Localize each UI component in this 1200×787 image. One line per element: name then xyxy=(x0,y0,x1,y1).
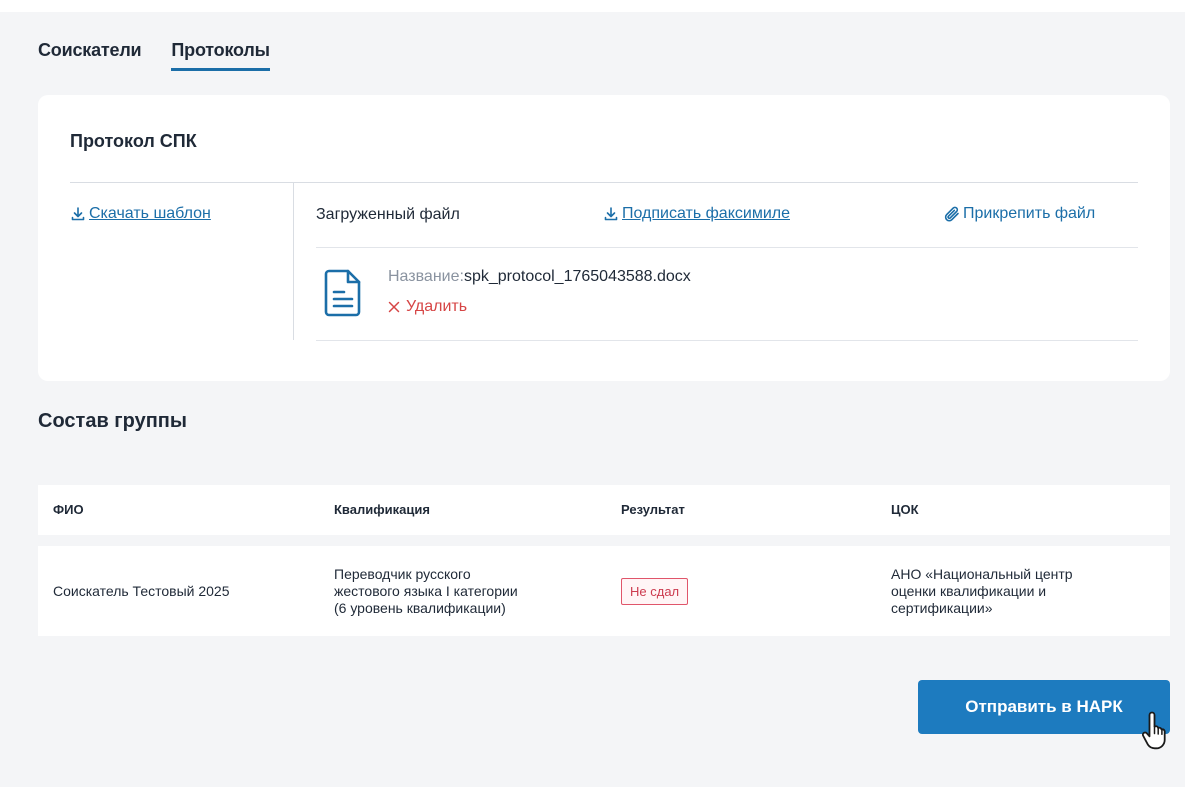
file-name: spk_protocol_1765043588.docx xyxy=(463,268,691,285)
hand-pointer-icon xyxy=(1141,711,1166,750)
center-line: сертификации» xyxy=(891,600,993,616)
protocol-title: Протокол СПК xyxy=(70,131,197,151)
file-name-row: Название:spk_protocol_1765043588.docx xyxy=(388,268,691,286)
uploaded-file-label: Загруженный файл xyxy=(316,206,460,223)
attach-file-link[interactable]: Прикрепить файл xyxy=(943,205,1095,223)
document-icon xyxy=(324,269,361,317)
tab-applicants[interactable]: Соискатели xyxy=(38,40,142,71)
delete-file-button[interactable]: Удалить xyxy=(388,298,467,316)
status-badge: Не сдал xyxy=(621,578,689,605)
cell-qualification: Переводчик русского жестового языка I ка… xyxy=(334,566,518,617)
delete-file-label: Удалить xyxy=(406,298,468,315)
cell-center: АНО «Национальный центр оценки квалифика… xyxy=(891,566,1073,617)
table-row: Соискатель Тестовый 2025 Переводчик русс… xyxy=(38,546,1170,636)
download-template-link[interactable]: Скачать шаблон xyxy=(70,205,211,223)
cell-fio: Соискатель Тестовый 2025 xyxy=(53,583,230,599)
divider xyxy=(316,340,1138,341)
attach-file-label: Прикрепить файл xyxy=(963,205,1096,222)
qualification-line: Переводчик русского xyxy=(334,566,471,582)
paperclip-icon xyxy=(944,206,959,222)
download-template-label: Скачать шаблон xyxy=(89,205,211,222)
file-name-label: Название: xyxy=(388,268,464,285)
column-header-fio: ФИО xyxy=(53,502,84,517)
tabs: Соискатели Протоколы xyxy=(38,40,271,71)
table-header: ФИО Квалификация Результат ЦОК xyxy=(38,485,1170,535)
top-strip xyxy=(0,0,1200,12)
tab-protocols[interactable]: Протоколы xyxy=(171,40,271,71)
divider xyxy=(70,182,1138,183)
center-line: АНО «Национальный центр xyxy=(891,566,1073,582)
column-header-center: ЦОК xyxy=(891,502,919,517)
protocol-card: Протокол СПК Скачать шаблон Загруженный … xyxy=(38,95,1170,381)
sign-facsimile-label: Подписать факсимиле xyxy=(622,205,790,222)
column-header-qualification: Квалификация xyxy=(334,502,430,517)
send-to-nark-button[interactable]: Отправить в НАРК xyxy=(918,680,1170,734)
right-strip xyxy=(1185,0,1200,787)
close-icon xyxy=(388,301,400,313)
group-title: Состав группы xyxy=(38,410,187,432)
sign-facsimile-link[interactable]: Подписать факсимиле xyxy=(603,205,790,223)
download-icon xyxy=(604,207,618,221)
center-line: оценки квалификации и xyxy=(891,583,1047,599)
qualification-line: (6 уровень квалификации) xyxy=(334,600,506,616)
divider-vertical xyxy=(293,182,294,340)
column-header-result: Результат xyxy=(621,502,685,517)
divider xyxy=(316,247,1138,248)
qualification-line: жестового языка I категории xyxy=(334,583,518,599)
download-icon xyxy=(71,207,85,221)
